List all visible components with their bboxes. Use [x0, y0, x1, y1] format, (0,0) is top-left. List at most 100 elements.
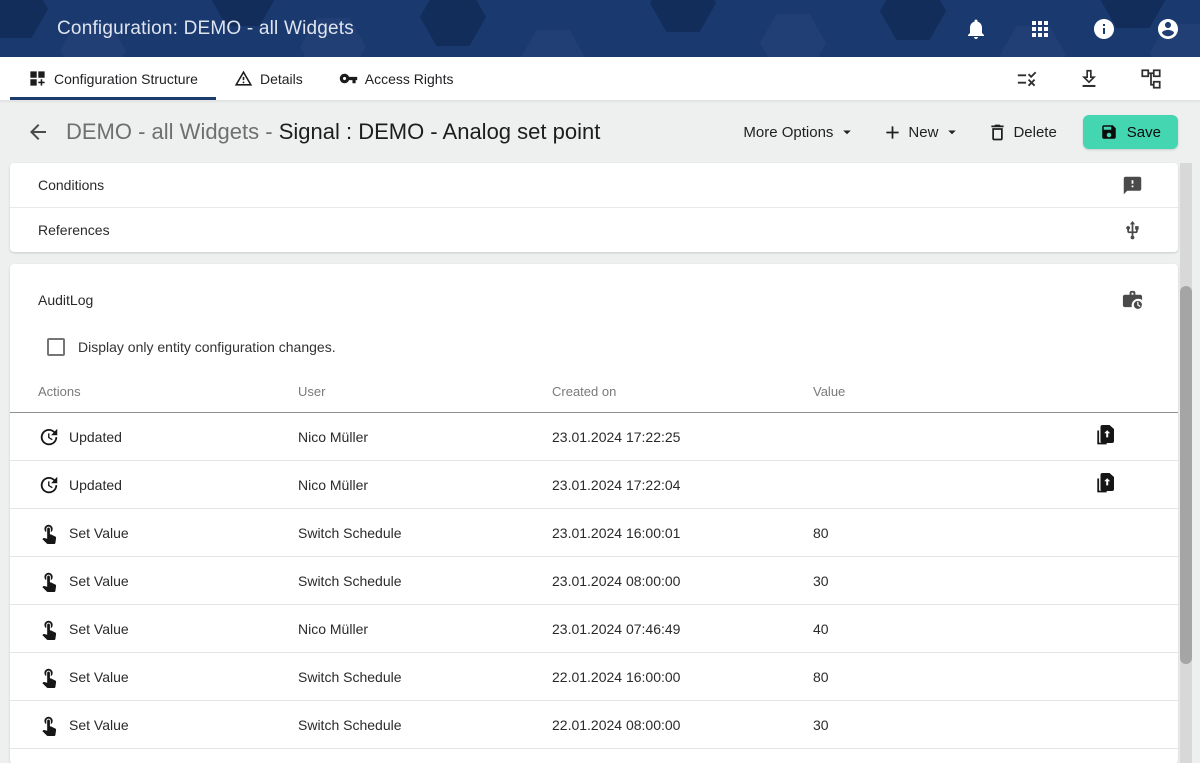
action-label: Set Value [69, 669, 129, 685]
table-row: Set Value Nico Müller 23.01.2024 07:46:4… [10, 605, 1178, 653]
content-area: Conditions References AuditLog [0, 163, 1200, 763]
user-cell: Nico Müller [298, 429, 552, 445]
apps-grid-icon[interactable] [1020, 9, 1060, 49]
account-icon[interactable] [1148, 9, 1188, 49]
active-tab-underline [10, 97, 216, 100]
table-row: Updated Nico Müller 23.01.2024 17:22:25 [10, 413, 1178, 461]
created-on-cell: 23.01.2024 07:46:49 [552, 621, 813, 637]
chevron-down-icon [943, 123, 961, 141]
delete-button[interactable]: Delete [987, 122, 1056, 143]
hierarchy-icon[interactable] [1134, 62, 1168, 96]
notifications-icon[interactable] [956, 9, 996, 49]
tab-label: Access Rights [365, 71, 454, 87]
created-on-cell: 23.01.2024 17:22:25 [552, 429, 813, 445]
touch-icon [38, 522, 60, 544]
action-label: Set Value [69, 525, 129, 541]
tab-access-rights[interactable]: Access Rights [321, 57, 472, 100]
col-header-value: Value [813, 384, 1074, 399]
conditions-row[interactable]: Conditions [10, 163, 1178, 207]
new-button[interactable]: New [882, 122, 961, 143]
conditions-label: Conditions [38, 177, 104, 193]
user-cell: Nico Müller [298, 621, 552, 637]
links-card: Conditions References [10, 163, 1178, 252]
download-icon[interactable] [1072, 62, 1106, 96]
table-row: Updated Nico Müller 23.01.2024 17:22:04 [10, 461, 1178, 509]
touch-icon [38, 666, 60, 688]
window-title: Configuration: DEMO - all Widgets [57, 18, 354, 40]
touch-icon [38, 570, 60, 592]
touch-icon [38, 714, 60, 736]
work-history-icon[interactable] [1121, 288, 1144, 311]
col-header-created-on: Created on [552, 384, 813, 399]
audit-table: Actions User Created on Value Updated Ni… [10, 384, 1178, 749]
more-options-label: More Options [743, 124, 833, 141]
col-header-actions: Actions [38, 384, 298, 399]
usb-icon[interactable] [1122, 220, 1143, 241]
page-title-main: Signal : DEMO - Analog set point [279, 119, 601, 144]
scrollbar-thumb[interactable] [1180, 286, 1192, 664]
tab-details[interactable]: Details [216, 57, 321, 100]
more-options-button[interactable]: More Options [743, 123, 856, 141]
tabbar-actions [1010, 57, 1200, 100]
tab-label: Configuration Structure [54, 71, 198, 87]
floppy-icon [1100, 123, 1118, 141]
col-header-user: User [298, 384, 552, 399]
save-button[interactable]: Save [1083, 115, 1178, 149]
action-label: Set Value [69, 717, 129, 733]
filter-checkbox[interactable] [47, 338, 65, 356]
action-label: Set Value [69, 573, 129, 589]
references-label: References [38, 222, 110, 238]
update-icon [38, 426, 60, 448]
value-cell: 30 [813, 573, 1074, 589]
user-cell: Switch Schedule [298, 573, 552, 589]
page-title-prefix: DEMO - all Widgets - [66, 119, 279, 144]
table-row: Set Value Switch Schedule 23.01.2024 08:… [10, 557, 1178, 605]
info-icon[interactable] [1084, 9, 1124, 49]
user-cell: Nico Müller [298, 477, 552, 493]
filter-row: Display only entity configuration change… [47, 338, 1178, 356]
page-actions: More Options New Delete Save [743, 115, 1178, 149]
table-row: Set Value Switch Schedule 22.01.2024 08:… [10, 701, 1178, 749]
key-icon [339, 69, 358, 88]
action-label: Updated [69, 429, 122, 445]
rule-checklist-icon[interactable] [1010, 62, 1044, 96]
action-label: Set Value [69, 621, 129, 637]
created-on-cell: 22.01.2024 16:00:00 [552, 669, 813, 685]
created-on-cell: 23.01.2024 17:22:04 [552, 477, 813, 493]
chevron-down-icon [838, 123, 856, 141]
user-cell: Switch Schedule [298, 669, 552, 685]
new-label: New [908, 124, 938, 141]
action-label: Updated [69, 477, 122, 493]
auditlog-header: AuditLog [10, 264, 1178, 311]
app-bar: Configuration: DEMO - all Widgets [0, 0, 1200, 57]
created-on-cell: 23.01.2024 16:00:01 [552, 525, 813, 541]
value-cell: 80 [813, 525, 1074, 541]
user-cell: Switch Schedule [298, 717, 552, 733]
value-cell: 80 [813, 669, 1074, 685]
user-cell: Switch Schedule [298, 525, 552, 541]
table-header-row: Actions User Created on Value [10, 384, 1178, 413]
save-label: Save [1127, 124, 1161, 141]
created-on-cell: 22.01.2024 08:00:00 [552, 717, 813, 733]
document-history-icon[interactable] [1094, 471, 1118, 498]
auditlog-title: AuditLog [38, 292, 93, 308]
app-window: Configuration: DEMO - all Widgets Config… [0, 0, 1200, 763]
update-icon [38, 474, 60, 496]
document-history-icon[interactable] [1094, 423, 1118, 450]
tab-bar: Configuration Structure Details Access R… [0, 57, 1200, 101]
back-arrow-icon[interactable] [24, 118, 52, 146]
auditlog-card: AuditLog Display only entity configurati… [10, 264, 1178, 763]
value-cell: 40 [813, 621, 1074, 637]
trash-icon [987, 122, 1008, 143]
tab-configuration-structure[interactable]: Configuration Structure [10, 57, 216, 100]
feedback-exclamation-icon[interactable] [1122, 175, 1143, 196]
filter-label: Display only entity configuration change… [78, 339, 336, 355]
dashboard-customize-icon [28, 69, 47, 88]
value-cell: 30 [813, 717, 1074, 733]
warning-icon [234, 69, 253, 88]
table-row: Set Value Switch Schedule 22.01.2024 16:… [10, 653, 1178, 701]
page-title: DEMO - all Widgets - Signal : DEMO - Ana… [66, 119, 600, 145]
plus-icon [882, 122, 903, 143]
references-row[interactable]: References [10, 208, 1178, 252]
page-header: DEMO - all Widgets - Signal : DEMO - Ana… [0, 101, 1200, 163]
